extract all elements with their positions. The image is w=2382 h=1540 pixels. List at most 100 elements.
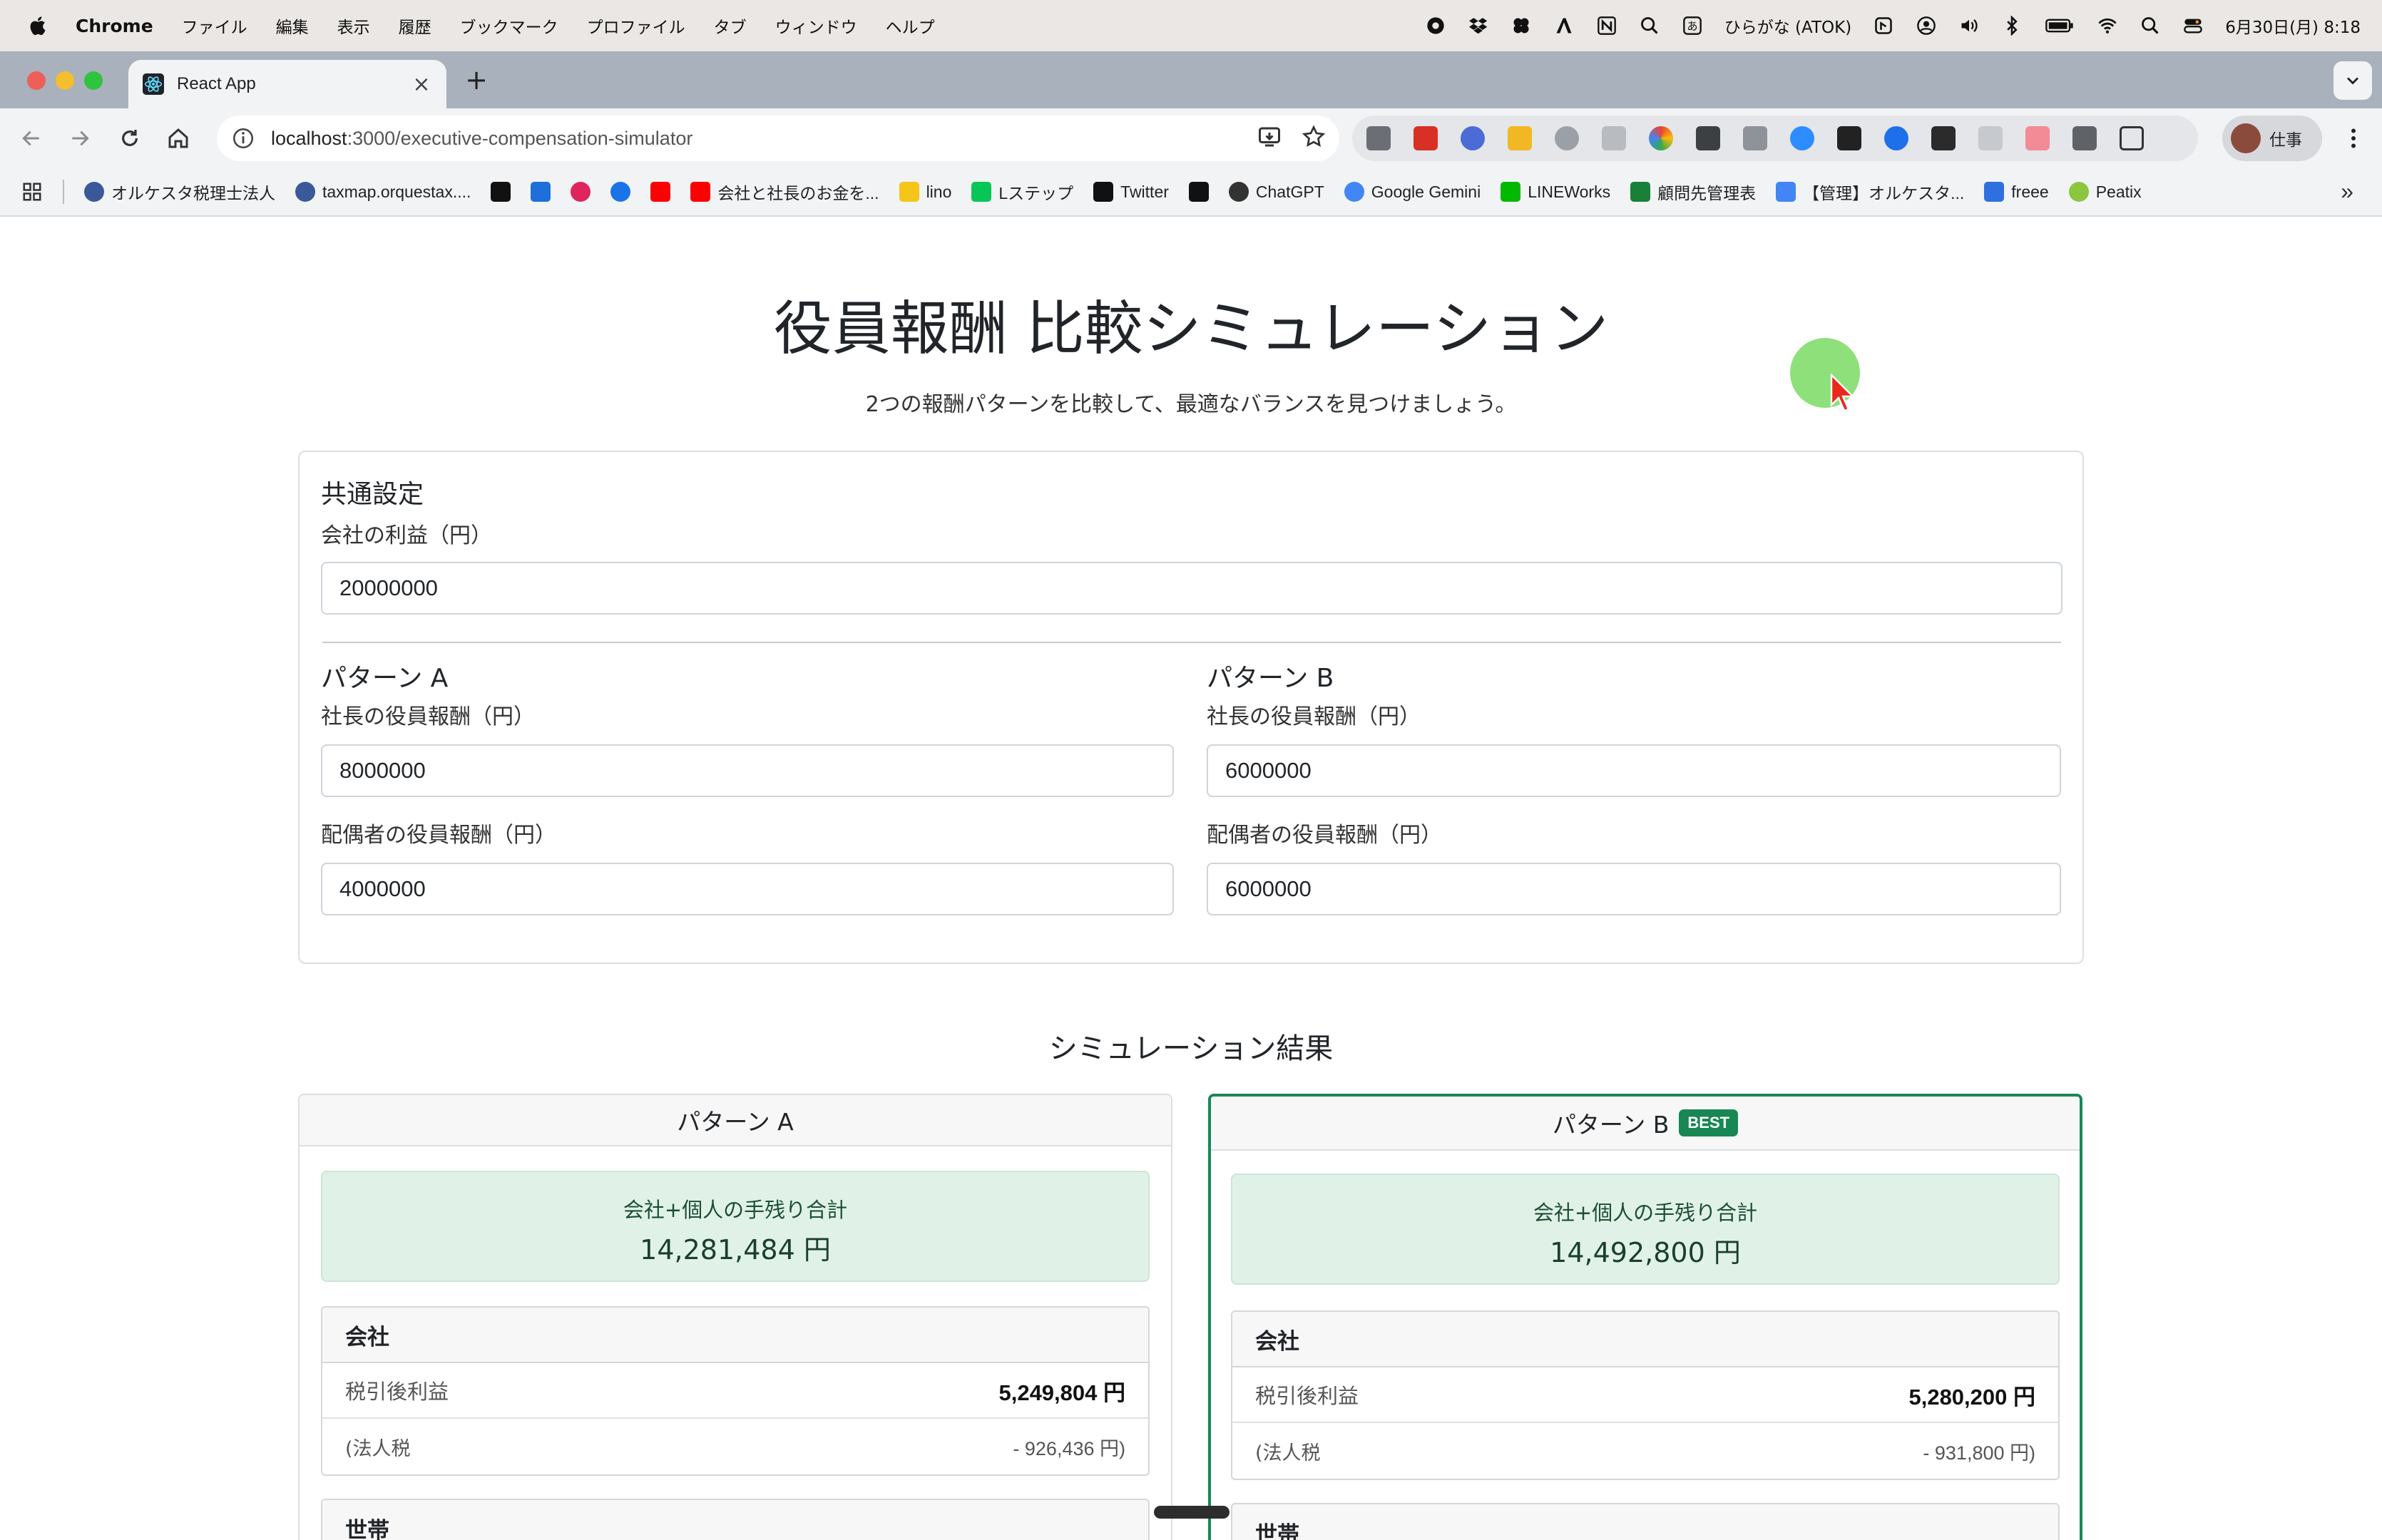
table-row: (法人税 - 931,800 円) <box>1232 1423 2058 1479</box>
menu-help[interactable]: ヘルプ <box>886 14 935 38</box>
url-text[interactable]: localhost:3000/executive-compensation-si… <box>271 128 692 150</box>
bookmark-item[interactable] <box>650 182 671 202</box>
spotlight-icon[interactable] <box>2140 15 2161 36</box>
new-tab-button[interactable]: + <box>462 66 491 94</box>
bookmark-item[interactable] <box>571 182 591 202</box>
extension-icon[interactable] <box>1978 126 2003 150</box>
zoom-search-icon[interactable] <box>1639 15 1660 36</box>
tab-search-button[interactable] <box>2334 61 2372 100</box>
bluetooth-icon[interactable] <box>2001 15 2023 36</box>
bookmark-item[interactable]: オルケスタ税理士法人 <box>84 180 275 204</box>
table-row: 税引後利益 5,280,200 円 <box>1232 1367 2058 1423</box>
profile-button[interactable]: 仕事 <box>2222 115 2322 161</box>
bookmark-item[interactable]: Google Gemini <box>1344 182 1481 202</box>
drag-handle[interactable] <box>1154 1506 1230 1519</box>
bookmark-item[interactable] <box>1188 182 1209 202</box>
bookmark-item[interactable]: Peatix <box>2068 182 2142 202</box>
grammarly-icon[interactable] <box>1696 126 1720 150</box>
extension-icon[interactable] <box>1743 126 1767 150</box>
pattern-b-ceo-input[interactable]: 6000000 <box>1207 744 2061 797</box>
battery-icon[interactable] <box>2044 15 2075 36</box>
control-center-icon[interactable] <box>2182 15 2204 36</box>
wifi-icon[interactable] <box>2097 15 2118 36</box>
bookmark-item[interactable]: LINEWorks <box>1501 182 1610 202</box>
bookmark-item[interactable]: Twitter <box>1093 182 1169 202</box>
bookmark-star-icon[interactable] <box>1301 124 1327 150</box>
keep-icon[interactable] <box>1508 126 1532 150</box>
address-bar[interactable]: localhost:3000/executive-compensation-si… <box>217 115 1339 161</box>
pattern-a-spouse-input[interactable]: 4000000 <box>321 863 1174 915</box>
result-a-household-table: 世帯 <box>321 1499 1150 1540</box>
corp-tax-value: - 926,436 円) <box>1013 1437 1125 1459</box>
bookmark-item[interactable]: freee <box>1984 182 2049 202</box>
user-circle-icon[interactable] <box>1916 15 1937 36</box>
menu-profiles[interactable]: プロファイル <box>587 14 685 38</box>
home-button[interactable] <box>161 121 195 155</box>
screen-icon[interactable] <box>2072 126 2097 150</box>
bookmark-item[interactable]: taxmap.orquestax.... <box>295 182 471 202</box>
home-icon <box>168 128 188 148</box>
extension-icon[interactable] <box>1602 126 1626 150</box>
apps-grid-icon[interactable] <box>21 181 43 202</box>
pattern-b-spouse-label: 配偶者の役員報酬（円） <box>1207 823 1442 848</box>
window-zoom-button[interactable] <box>84 71 103 90</box>
bookmark-item[interactable]: lino <box>899 182 951 202</box>
window-minimize-button[interactable] <box>56 71 74 90</box>
extension-icon[interactable] <box>1366 126 1391 150</box>
ime-icon[interactable]: あ <box>1682 15 1703 36</box>
more-menu-icon[interactable] <box>2341 125 2366 151</box>
bookmark-item[interactable] <box>531 182 551 202</box>
apple-icon[interactable] <box>27 14 47 37</box>
send-icon[interactable] <box>1931 126 1956 150</box>
profit-input[interactable]: 20000000 <box>321 562 2062 615</box>
table-row: (法人税 - 926,436 円) <box>322 1419 1148 1474</box>
tab-react-app[interactable]: React App × <box>128 60 446 108</box>
more-bookmarks-icon[interactable]: » <box>2341 178 2353 205</box>
extension-icon[interactable] <box>1884 126 1908 150</box>
x-icon <box>1093 182 1114 202</box>
bookmark-item[interactable] <box>491 182 511 202</box>
zoom-icon[interactable] <box>1790 126 1814 150</box>
pattern-a-ceo-label: 社長の役員報酬（円） <box>321 704 535 729</box>
menu-edit[interactable]: 編集 <box>276 14 309 38</box>
ime-mode-label[interactable]: ひらがな (ATOK) <box>1724 14 1851 38</box>
bookmark-item[interactable]: Lステップ <box>971 180 1073 204</box>
menu-history[interactable]: 履歴 <box>399 14 431 38</box>
record-icon[interactable] <box>1425 15 1446 36</box>
dropbox-icon[interactable] <box>1468 15 1489 36</box>
extension-icon[interactable] <box>1461 126 1485 150</box>
bookmark-item[interactable]: ChatGPT <box>1228 182 1324 202</box>
site-info-icon[interactable] <box>231 126 255 150</box>
back-button[interactable] <box>14 121 48 155</box>
bookmark-item[interactable]: 顧問先管理表 <box>1630 180 1756 204</box>
extension-icon[interactable] <box>2025 126 2050 150</box>
bookmark-item[interactable]: 会社と社長のお金を... <box>690 180 879 204</box>
pattern-b-spouse-input[interactable]: 6000000 <box>1207 863 2061 915</box>
menubar-app-name[interactable]: Chrome <box>76 16 153 36</box>
forward-button[interactable] <box>63 121 97 155</box>
notion-icon[interactable] <box>1596 15 1617 36</box>
bookmark-item[interactable]: 【管理】オルケスタ... <box>1776 180 1964 204</box>
notion-icon[interactable] <box>1837 126 1861 150</box>
finger-icon[interactable] <box>1873 15 1894 36</box>
menu-tab[interactable]: タブ <box>714 14 747 38</box>
install-app-icon[interactable] <box>1257 124 1282 150</box>
microphone-icon[interactable] <box>1555 126 1579 150</box>
bookmark-item[interactable] <box>610 182 631 202</box>
reload-button[interactable] <box>113 121 147 155</box>
pattern-a-ceo-input[interactable]: 8000000 <box>321 744 1174 797</box>
tab-close-icon[interactable]: × <box>411 72 432 97</box>
menu-bookmarks[interactable]: ブックマーク <box>460 14 558 38</box>
window-close-button[interactable] <box>27 71 46 90</box>
menu-view[interactable]: 表示 <box>337 14 370 38</box>
result-b-household-heading: 世帯 <box>1232 1504 2058 1540</box>
adobe-icon[interactable] <box>1553 15 1575 36</box>
menu-file[interactable]: ファイル <box>182 14 247 38</box>
gmail-icon[interactable] <box>1414 126 1438 150</box>
flower-app-icon[interactable] <box>1511 15 1532 36</box>
puzzle-icon[interactable] <box>2120 126 2144 150</box>
volume-icon[interactable] <box>1958 15 1980 36</box>
menubar-clock[interactable]: 6月30日(月) 8:18 <box>2225 14 2361 38</box>
color-picker-icon[interactable] <box>1649 126 1673 150</box>
menu-window[interactable]: ウィンドウ <box>775 14 857 38</box>
